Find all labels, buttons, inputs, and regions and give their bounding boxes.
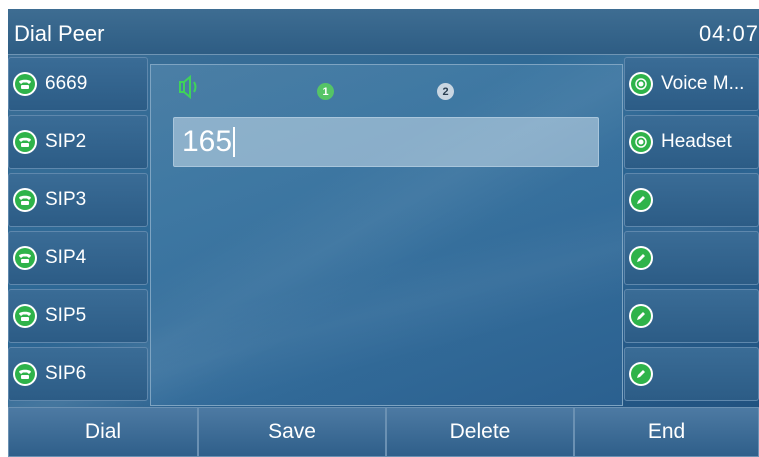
edit-icon: [629, 304, 653, 328]
line-key-6[interactable]: SIP6: [8, 347, 148, 401]
clock: 04:07: [698, 21, 759, 46]
line-key-label: SIP2: [45, 131, 87, 152]
dial-number-input[interactable]: 165: [173, 117, 599, 167]
line-key-voice-mail[interactable]: Voice M...: [624, 57, 759, 111]
line-key-label: SIP3: [45, 189, 87, 210]
edit-icon: [629, 246, 653, 270]
text-cursor: [233, 127, 236, 157]
phone-icon: [13, 72, 37, 96]
edit-icon: [629, 188, 653, 212]
phone-icon: [13, 304, 37, 328]
phone-icon: [13, 188, 37, 212]
line-key-empty-4[interactable]: [624, 347, 759, 401]
line-key-empty-2[interactable]: [624, 231, 759, 285]
title-bar: Dial Peer 04:07: [8, 9, 759, 55]
line-key-label: SIP5: [45, 305, 87, 326]
dial-panel: 1 2 165: [150, 64, 623, 406]
line-key-2[interactable]: SIP2: [8, 115, 148, 169]
line-key-label: SIP6: [45, 363, 87, 384]
account-indicator-2: 2: [437, 83, 454, 100]
line-key-empty-1[interactable]: [624, 173, 759, 227]
radio-icon: [629, 130, 653, 154]
line-key-5[interactable]: SIP5: [8, 289, 148, 343]
end-button[interactable]: End: [574, 407, 759, 457]
speaker-icon: [177, 74, 205, 104]
dial-button[interactable]: Dial: [8, 407, 198, 457]
line-key-label: Headset: [661, 131, 732, 152]
page-title: Dial Peer: [14, 21, 105, 46]
line-key-label: SIP4: [45, 247, 87, 268]
save-button[interactable]: Save: [198, 407, 386, 457]
phone-icon: [13, 246, 37, 270]
softkey-bar: Dial Save Delete End: [8, 407, 759, 457]
edit-icon: [629, 362, 653, 386]
line-key-empty-3[interactable]: [624, 289, 759, 343]
line-key-1[interactable]: 6669: [8, 57, 148, 111]
radio-icon: [629, 72, 653, 96]
phone-icon: [13, 130, 37, 154]
delete-button[interactable]: Delete: [386, 407, 574, 457]
line-key-3[interactable]: SIP3: [8, 173, 148, 227]
line-key-headset[interactable]: Headset: [624, 115, 759, 169]
line-key-4[interactable]: SIP4: [8, 231, 148, 285]
phone-icon: [13, 362, 37, 386]
line-key-label: Voice M...: [661, 73, 745, 94]
line-key-label: 6669: [45, 73, 88, 94]
phone-screen: Dial Peer 04:07 6669 SIP2 SIP3 SIP4 SIP5: [8, 9, 759, 457]
account-indicator-1: 1: [317, 83, 334, 100]
dial-number-value: 165: [182, 125, 233, 158]
